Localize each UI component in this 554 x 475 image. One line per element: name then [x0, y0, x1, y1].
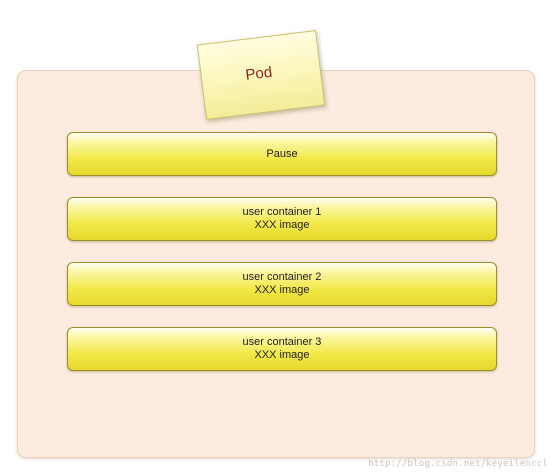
container-image: XXX image	[254, 349, 310, 361]
watermark-text: http://blog.csdn.net/keyeilenccl	[368, 459, 548, 469]
user-container-1-box: user container 1 XXX image	[67, 197, 497, 241]
container-name: Pause	[266, 147, 298, 160]
container-image: XXX image	[254, 284, 310, 296]
container-name: user container 2	[242, 271, 322, 283]
user-container-2-box: user container 2 XXX image	[67, 262, 497, 306]
container-name: user container 1	[242, 206, 322, 218]
diagram-canvas: Pod Pause user container 1 XXX image use…	[0, 0, 554, 475]
container-image: XXX image	[254, 219, 310, 231]
user-container-3-box: user container 3 XXX image	[67, 327, 497, 371]
pod-sticky-note: Pod	[196, 29, 326, 121]
pod-label: Pod	[244, 63, 274, 84]
pause-container-box: Pause	[67, 132, 497, 176]
container-name: user container 3	[242, 336, 322, 348]
